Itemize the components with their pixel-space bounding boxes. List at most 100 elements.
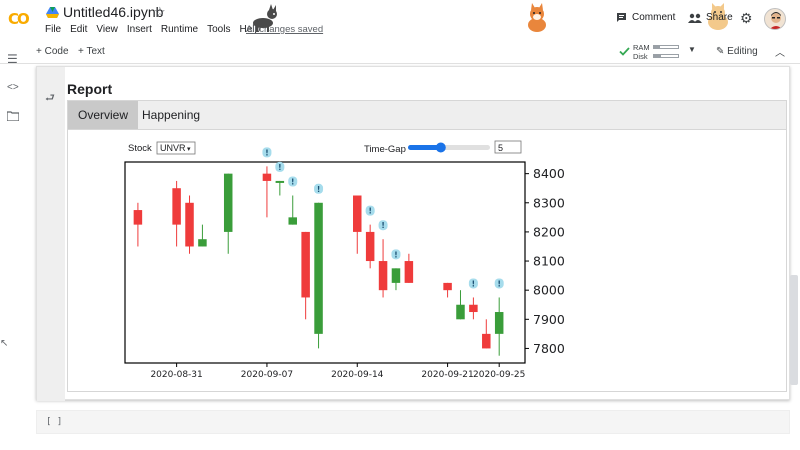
- ram-bar: [653, 45, 679, 49]
- menu-insert[interactable]: Insert: [127, 24, 152, 35]
- event-marker-label: !: [394, 250, 397, 259]
- menu-edit[interactable]: Edit: [70, 24, 87, 35]
- ram-label: RAM: [633, 43, 650, 52]
- menu-file[interactable]: File: [45, 24, 61, 35]
- candle-body: [456, 304, 465, 320]
- x-tick-label: 2020-09-14: [331, 370, 384, 380]
- editing-mode-button[interactable]: ✎ Editing: [716, 46, 758, 57]
- empty-code-cell[interactable]: [ ]: [36, 410, 790, 434]
- candle-body: [185, 202, 194, 247]
- shiba-pet-icon: [528, 3, 546, 32]
- avatar[interactable]: [764, 8, 786, 30]
- output-toggle-icon[interactable]: ⮐: [45, 89, 55, 108]
- timegap-label: Time-Gap: [364, 144, 406, 155]
- add-code-button[interactable]: + Code: [36, 46, 69, 57]
- y-tick-label: 8400: [533, 166, 565, 181]
- candle-body: [494, 312, 504, 334]
- candle-body: [353, 195, 362, 232]
- timegap-input[interactable]: 5: [494, 140, 522, 154]
- disk-bar: [653, 54, 679, 58]
- cell-execution-count: [ ]: [46, 417, 63, 427]
- people-icon: [688, 13, 702, 23]
- output-cell: ⮐ Report Overview Happening Stock UNVR ▾…: [36, 66, 790, 401]
- stock-label: Stock: [128, 143, 152, 154]
- select-chevron-icon: ▾: [187, 146, 191, 153]
- x-tick-label: 2020-09-25: [473, 370, 525, 380]
- cell-gutter: [37, 67, 65, 401]
- drive-icon: [46, 7, 59, 18]
- event-marker-label: !: [291, 178, 294, 187]
- x-tick-label: 2020-09-21: [421, 370, 473, 380]
- candle-body: [275, 180, 285, 183]
- top-bar: CO Untitled46.ipynb ☆ File Edit View Ins…: [0, 0, 800, 40]
- share-label: Share: [706, 12, 733, 23]
- candle-body: [133, 210, 143, 225]
- share-button[interactable]: Share: [688, 12, 733, 23]
- add-text-button[interactable]: + Text: [78, 46, 105, 57]
- timegap-value: 5: [498, 143, 503, 153]
- notebook-title[interactable]: Untitled46.ipynb: [63, 4, 163, 20]
- candle-body: [378, 261, 388, 291]
- y-tick-label: 8000: [533, 283, 565, 298]
- candle-body: [172, 188, 181, 225]
- notebook-toolbar: + Code + Text RAM Disk ▼ ✎ Editing ︿: [0, 40, 800, 64]
- event-marker-label: !: [497, 279, 500, 288]
- candle-body: [482, 333, 491, 349]
- comment-icon: [617, 13, 626, 22]
- event-marker-label: !: [317, 185, 320, 194]
- menu-bar: File Edit View Insert Runtime Tools Help: [45, 24, 260, 35]
- candle-body: [391, 268, 401, 283]
- y-tick-label: 7900: [533, 312, 565, 327]
- y-tick-label: 8300: [533, 195, 565, 210]
- event-marker-label: !: [278, 163, 281, 172]
- colab-logo[interactable]: CO: [8, 10, 30, 28]
- menu-view[interactable]: View: [96, 24, 118, 35]
- code-snippets-icon[interactable]: <>: [7, 82, 19, 93]
- slider-thumb[interactable]: [435, 142, 446, 153]
- toc-icon[interactable]: ☰: [7, 52, 18, 66]
- folder-icon[interactable]: [6, 110, 20, 124]
- chevron-down-icon[interactable]: ▼: [688, 45, 696, 54]
- stock-select-value: UNVR: [160, 143, 186, 153]
- y-tick-label: 7800: [533, 341, 565, 356]
- report-heading: Report: [67, 81, 113, 97]
- y-tick-label: 8100: [533, 254, 565, 269]
- editing-label: Editing: [727, 46, 758, 57]
- event-marker-label: !: [472, 279, 475, 288]
- candle-body: [469, 304, 478, 313]
- corgi-pet-icon: [253, 4, 277, 32]
- disk-label: Disk: [633, 52, 648, 61]
- candle-body: [301, 231, 310, 298]
- tab-overview[interactable]: Overview: [68, 101, 139, 129]
- stock-select[interactable]: UNVR ▾: [156, 141, 196, 155]
- event-marker-label: !: [381, 221, 384, 230]
- user-avatar-icon: [769, 12, 783, 29]
- x-tick-label: 2020-08-31: [150, 370, 202, 380]
- candle-body: [365, 231, 375, 262]
- menu-runtime[interactable]: Runtime: [161, 24, 198, 35]
- gear-icon[interactable]: ⚙: [740, 10, 753, 27]
- candle-body: [223, 173, 233, 232]
- candlestick-chart: Stock UNVR ▾ Time-Gap 5 7800 7900 8000 8100…: [124, 140, 565, 380]
- check-icon: [619, 47, 630, 56]
- timegap-slider[interactable]: [408, 142, 490, 153]
- candle-body: [314, 202, 323, 334]
- collapse-icon[interactable]: ︿: [775, 44, 785, 59]
- comment-button[interactable]: Comment: [616, 12, 675, 23]
- candle-body: [198, 239, 207, 247]
- y-tick-label: 8200: [533, 224, 565, 239]
- page-scrollbar[interactable]: [790, 275, 798, 385]
- comment-label: Comment: [632, 12, 676, 23]
- candle-body: [404, 261, 414, 283]
- pencil-icon: ✎: [716, 46, 725, 57]
- candle-body: [262, 173, 272, 181]
- tab-happening[interactable]: Happening: [132, 101, 210, 129]
- event-marker-label: !: [265, 148, 268, 157]
- event-marker-label: !: [368, 207, 371, 216]
- menu-tools[interactable]: Tools: [207, 24, 230, 35]
- cursor-icon: ↖: [0, 338, 9, 349]
- plot-frame: [124, 161, 526, 364]
- candle-body: [288, 217, 297, 225]
- candle-body: [443, 282, 452, 291]
- star-icon[interactable]: ☆: [154, 4, 166, 20]
